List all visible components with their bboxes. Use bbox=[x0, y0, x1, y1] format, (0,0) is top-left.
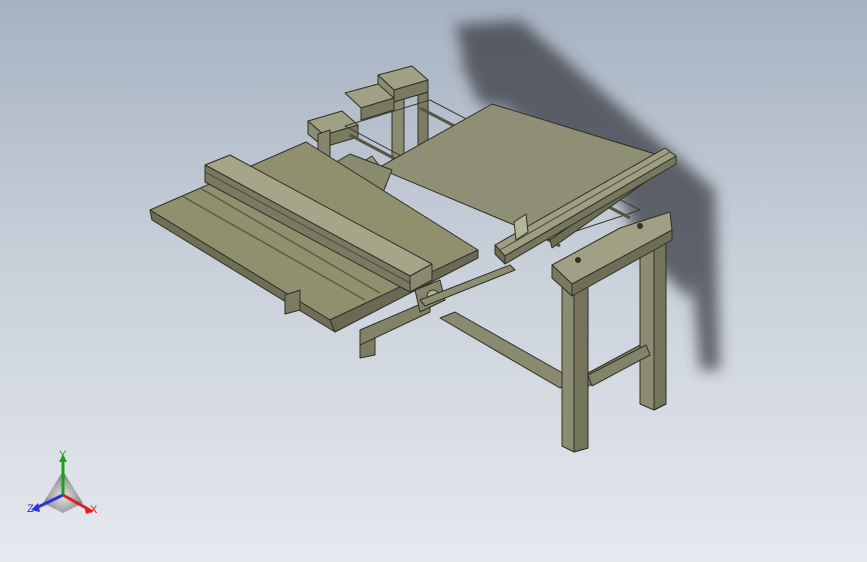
lower-rail-left bbox=[439, 311, 576, 389]
table-saw-model[interactable] bbox=[0, 0, 867, 562]
triad-z-label: Z bbox=[27, 503, 34, 515]
triad-x-label: X bbox=[90, 504, 98, 516]
triad-y-label: Y bbox=[59, 449, 67, 461]
triad-graphic bbox=[31, 454, 94, 514]
orientation-triad: Y Z X bbox=[22, 445, 112, 525]
graphics-viewport[interactable]: Y Z X bbox=[0, 0, 867, 562]
